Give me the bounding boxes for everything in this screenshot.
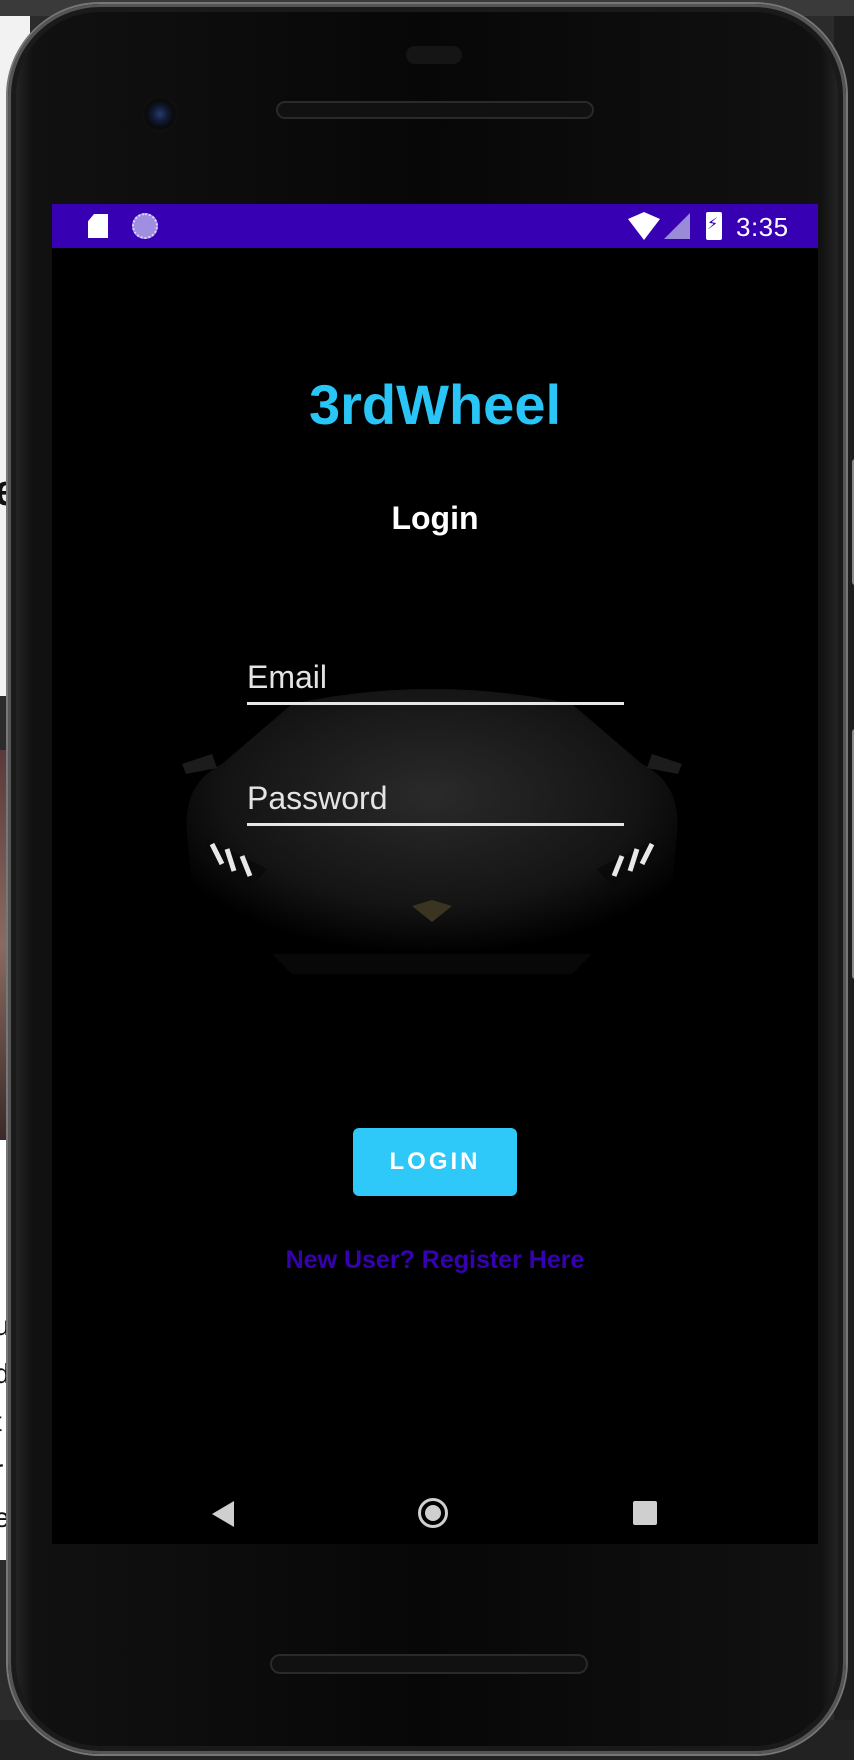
- status-time: 3:35: [736, 212, 789, 242]
- status-bar: 3:35: [52, 204, 818, 248]
- car-background-image: [182, 689, 682, 974]
- page-heading: Login: [391, 500, 479, 536]
- phone-frame: 3:35 3rdWheel Login: [8, 4, 854, 1754]
- home-icon[interactable]: [418, 1498, 448, 1528]
- proximity-sensor: [406, 46, 462, 64]
- backdrop-fragment: t: [0, 1406, 2, 1438]
- back-icon[interactable]: [212, 1501, 234, 1527]
- app-title: 3rdWheel: [308, 373, 562, 436]
- recents-icon[interactable]: [633, 1501, 657, 1525]
- sync-icon: [132, 213, 158, 239]
- front-camera: [142, 96, 178, 132]
- cell-signal-icon: [664, 213, 690, 239]
- login-button[interactable]: LOGIN: [353, 1128, 517, 1196]
- phone-screen: 3:35 3rdWheel Login: [52, 204, 818, 1544]
- navigation-bar: [52, 1484, 818, 1544]
- register-link[interactable]: New User? Register Here: [52, 1246, 818, 1275]
- battery-charging-icon: [706, 212, 722, 240]
- email-input[interactable]: [247, 659, 624, 696]
- backdrop-fragment: r: [0, 1454, 3, 1486]
- sd-card-icon: [88, 214, 108, 238]
- password-field[interactable]: [247, 775, 624, 826]
- bottom-speaker: [270, 1654, 588, 1674]
- email-field[interactable]: [247, 654, 624, 705]
- earpiece-speaker: [276, 101, 594, 119]
- password-input[interactable]: [247, 780, 624, 817]
- wifi-icon: [628, 212, 660, 240]
